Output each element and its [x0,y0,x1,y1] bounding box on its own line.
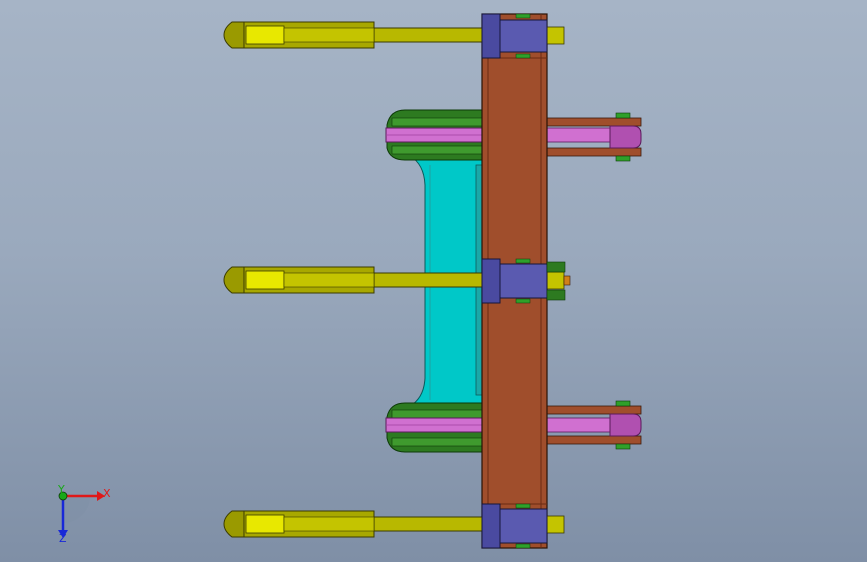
right-linkage-top[interactable] [545,112,642,162]
z-axis-label: Z [59,532,67,545]
x-axis-label: X [103,487,111,500]
cad-viewport[interactable]: X Y Z [0,0,867,562]
coordinate-triad-icon: X Y Z [57,483,111,545]
pink-arm-bottom-left[interactable] [385,417,484,433]
y-axis-label: Y [57,483,65,496]
pink-arm-top-left[interactable] [385,127,484,143]
clamp-block-bottom[interactable] [481,503,548,549]
assembly-model[interactable]: X Y Z [0,0,867,562]
right-linkage-bottom[interactable] [545,400,642,450]
clamp-block-top[interactable] [481,13,548,59]
